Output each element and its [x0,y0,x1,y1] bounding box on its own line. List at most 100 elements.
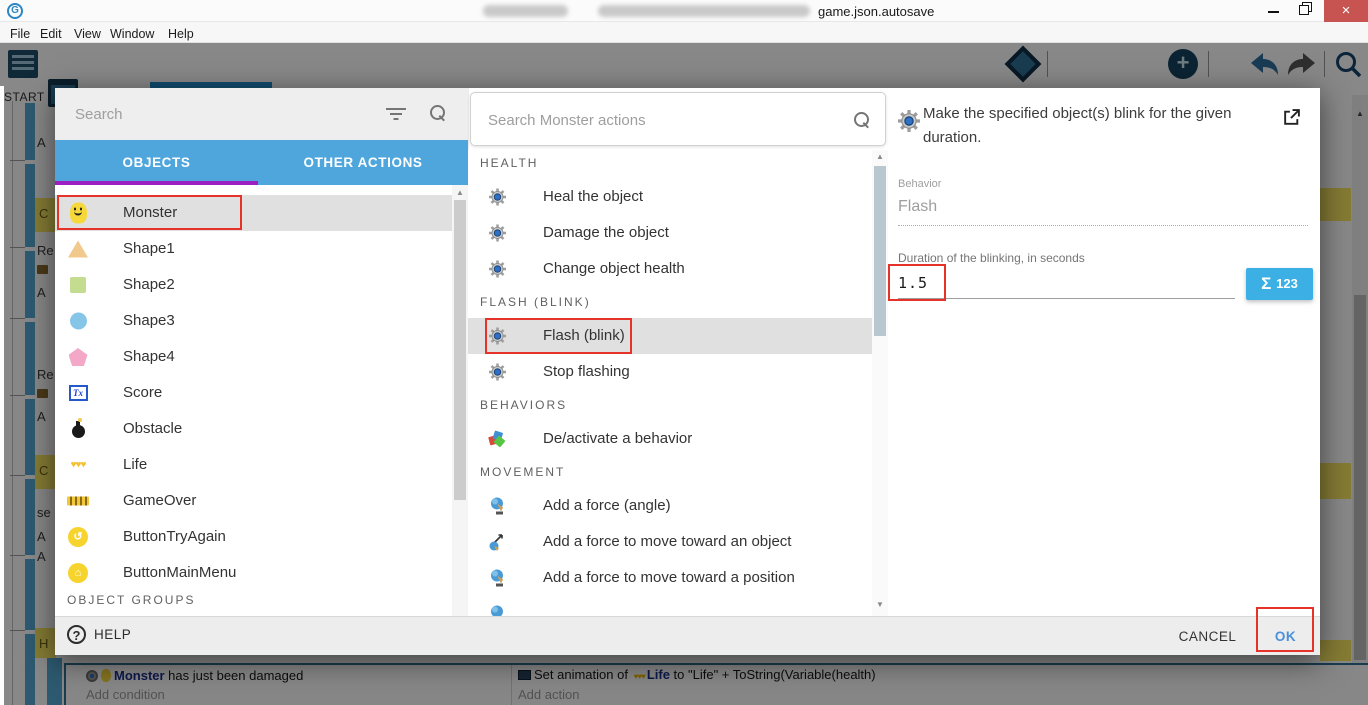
action-row-change-health[interactable]: Change object health [468,251,872,287]
scrollbar-up-icon[interactable]: ▲ [452,188,468,197]
section-header-health: HEALTH [480,156,539,170]
object-row-monster[interactable]: Monster [55,195,452,231]
action-list-scrollbar-thumb[interactable] [874,166,886,336]
health-behavior-icon [487,224,507,242]
window-edge [0,86,4,705]
filter-icon[interactable] [385,106,407,122]
gdevelop-logo-icon [7,3,23,19]
behaviors-icon [487,430,507,448]
instruction-editor-dialog: OBJECTS OTHER ACTIONS Monster Shape1 Sha… [55,88,1320,655]
retry-button-icon [67,527,89,547]
close-button[interactable] [1324,0,1368,22]
filter-line [390,113,402,115]
sigma-icon [1261,274,1276,293]
circle-icon [67,312,89,330]
triangle-icon [67,240,89,258]
restore-button[interactable] [1294,0,1322,22]
action-search-bar [470,92,886,146]
action-row-add-force-angle[interactable]: Add a force (angle) [468,488,872,524]
action-row-heal[interactable]: Heal the object [468,179,872,215]
object-list-scrollbar-thumb[interactable] [454,200,466,500]
duration-input[interactable] [898,271,1235,299]
minimize-button[interactable] [1262,0,1290,22]
action-search-input[interactable] [488,106,818,134]
duration-field-label: Duration of the blinking, in seconds [898,251,1085,265]
action-row-stop-flashing[interactable]: Stop flashing [468,354,872,390]
object-row-buttonmainmenu[interactable]: ButtonMainMenu [55,555,452,591]
help-button[interactable]: HELP [67,625,131,649]
minimize-icon [1268,11,1279,13]
window-title: game.json.autosave [818,4,935,19]
force-icon [487,569,507,588]
redacted-title-segment [598,5,810,17]
pentagon-icon [67,348,89,366]
menu-window[interactable]: Window [106,25,158,43]
scrollbar-up-icon[interactable]: ▲ [872,152,888,161]
scrollbar-down-icon[interactable]: ▼ [872,600,888,609]
tab-other-actions[interactable]: OTHER ACTIONS [258,140,468,185]
menu-view[interactable]: View [70,25,105,43]
open-in-new-icon[interactable] [1282,108,1301,132]
flash-behavior-icon [487,327,507,345]
object-list: Monster Shape1 Shape2 Shape3 Shape4 Scor… [55,185,468,616]
action-list: HEALTH Heal the object Damage the object… [468,150,872,616]
redacted-title-segment [483,5,568,17]
menu-file[interactable]: File [6,25,34,43]
dialog-footer: HELP CANCEL OK [55,616,1320,655]
flash-behavior-icon [487,363,507,381]
object-search-bar [55,88,468,140]
object-row-obstacle[interactable]: Obstacle [55,411,452,447]
behavior-field-value: Flash [898,198,938,215]
object-groups-header: OBJECT GROUPS [67,593,196,607]
object-row-buttontryagain[interactable]: ButtonTryAgain [55,519,452,555]
menu-bar: File Edit View Window Help [0,22,1368,43]
object-row-shape2[interactable]: Shape2 [55,267,452,303]
force-toward-object-icon [487,533,507,551]
action-row-deactivate-behavior[interactable]: De/activate a behavior [468,421,872,457]
expression-editor-button[interactable]: 123 [1246,268,1313,300]
action-row-damage[interactable]: Damage the object [468,215,872,251]
object-row-life[interactable]: Life [55,447,452,483]
title-bar: game.json.autosave [0,0,1368,22]
section-header-behaviors: BEHAVIORS [480,398,568,412]
health-behavior-icon [487,188,507,206]
object-row-gameover[interactable]: GameOver [55,483,452,519]
object-row-shape1[interactable]: Shape1 [55,231,452,267]
action-row-clipped[interactable] [468,596,872,616]
menu-edit[interactable]: Edit [36,25,66,43]
bomb-icon [67,418,89,438]
object-row-shape3[interactable]: Shape3 [55,303,452,339]
home-button-icon [67,563,89,583]
banner-icon [67,496,89,506]
force-icon [487,605,507,616]
object-row-shape4[interactable]: Shape4 [55,339,452,375]
behavior-field-label: Behavior [898,178,942,190]
action-description: Make the specified object(s) blink for t… [923,105,1232,146]
dialog-tabs: OBJECTS OTHER ACTIONS [55,140,468,185]
health-behavior-icon [487,260,507,278]
cancel-button[interactable]: CANCEL [1165,625,1250,649]
action-row-force-toward-position[interactable]: Add a force to move toward a position [468,560,872,596]
search-icon [854,112,870,128]
help-icon [67,625,86,644]
force-icon [487,497,507,516]
menu-help[interactable]: Help [164,25,198,43]
hearts-icon [67,460,89,471]
ok-button[interactable]: OK [1263,625,1308,649]
flash-behavior-icon [898,110,920,137]
filter-line [393,118,399,120]
behavior-field-underline [898,225,1308,226]
text-object-icon [67,385,89,401]
section-header-movement: MOVEMENT [480,465,566,479]
action-row-force-toward-object[interactable]: Add a force to move toward an object [468,524,872,560]
square-icon [67,277,89,293]
section-header-flash: FLASH (BLINK) [480,295,591,309]
restore-icon [1299,5,1309,15]
object-row-score[interactable]: Score [55,375,452,411]
tab-objects[interactable]: OBJECTS [55,140,258,185]
app-background: START A C Re A Re A C se A A H ▲ Monster… [0,43,1368,705]
search-icon [430,105,446,121]
monster-icon [67,202,89,224]
action-row-flash-blink[interactable]: Flash (blink) [468,318,872,354]
object-search-input[interactable] [75,100,365,128]
